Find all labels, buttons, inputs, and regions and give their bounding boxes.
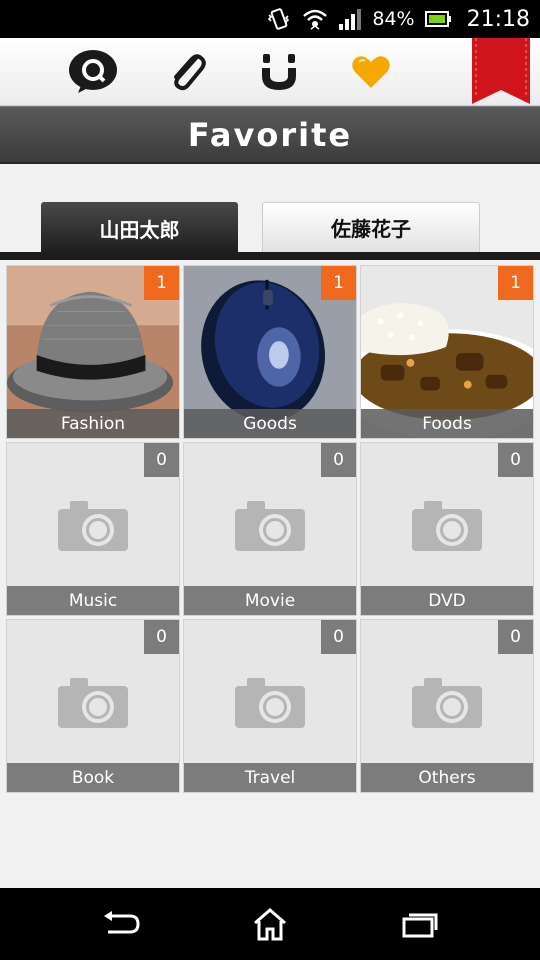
count-badge: 1 xyxy=(144,266,179,300)
clock: 21:18 xyxy=(466,6,530,32)
title-bar: Favorite xyxy=(0,106,540,164)
smile-button[interactable] xyxy=(253,48,305,96)
count-badge: 0 xyxy=(144,620,179,654)
count-badge: 0 xyxy=(321,620,356,654)
category-label: Travel xyxy=(184,763,356,792)
camera-placeholder-icon xyxy=(58,501,128,551)
category-fashion[interactable]: 1 Fashion xyxy=(6,265,180,439)
camera-placeholder-icon xyxy=(235,678,305,728)
camera-placeholder-icon xyxy=(235,501,305,551)
user-tabs: 山田太郎 佐藤花子 xyxy=(0,164,540,260)
paperclip-icon xyxy=(174,54,206,91)
camera-placeholder-icon xyxy=(412,678,482,728)
camera-placeholder-icon xyxy=(412,501,482,551)
count-badge: 0 xyxy=(498,443,533,477)
count-badge: 1 xyxy=(321,266,356,300)
bookmark-ribbon-icon[interactable] xyxy=(472,38,530,106)
tab-underline xyxy=(0,252,540,260)
recent-apps-icon xyxy=(402,913,438,938)
category-label: Goods xyxy=(184,409,356,438)
category-label: DVD xyxy=(361,586,533,615)
category-others[interactable]: 0 Others xyxy=(360,619,534,793)
home-button[interactable] xyxy=(248,906,292,942)
count-badge: 0 xyxy=(321,443,356,477)
camera-placeholder-icon xyxy=(58,678,128,728)
back-icon xyxy=(104,911,140,934)
category-goods[interactable]: 1 Goods xyxy=(183,265,357,439)
heart-icon xyxy=(352,56,390,88)
count-badge: 0 xyxy=(144,443,179,477)
clip-button[interactable] xyxy=(160,48,212,96)
count-badge: 1 xyxy=(498,266,533,300)
system-nav-bar xyxy=(0,888,540,960)
category-label: Movie xyxy=(184,586,356,615)
signal-icon xyxy=(338,8,362,30)
status-bar: 84% 21:18 xyxy=(0,0,540,38)
wifi-icon xyxy=(302,8,328,30)
tab-user-1[interactable]: 山田太郎 xyxy=(41,202,238,254)
category-movie[interactable]: 0 Movie xyxy=(183,442,357,616)
toolbar xyxy=(0,38,540,106)
tab-user-2[interactable]: 佐藤花子 xyxy=(262,202,480,252)
category-travel[interactable]: 0 Travel xyxy=(183,619,357,793)
home-icon xyxy=(254,908,286,941)
category-label: Book xyxy=(7,763,179,792)
category-label: Foods xyxy=(361,409,533,438)
vibrate-icon xyxy=(266,7,292,31)
search-app-icon xyxy=(69,50,117,93)
category-foods[interactable]: 1 Foods xyxy=(360,265,534,439)
search-app-button[interactable] xyxy=(67,48,119,96)
category-label: Music xyxy=(7,586,179,615)
category-music[interactable]: 0 Music xyxy=(6,442,180,616)
battery-percent: 84% xyxy=(372,8,415,30)
page-title: Favorite xyxy=(187,115,353,154)
category-dvd[interactable]: 0 DVD xyxy=(360,442,534,616)
category-book[interactable]: 0 Book xyxy=(6,619,180,793)
smile-icon xyxy=(262,54,296,90)
back-button[interactable] xyxy=(98,906,142,942)
favorite-button[interactable] xyxy=(345,48,397,96)
battery-icon xyxy=(424,10,453,28)
category-label: Others xyxy=(361,763,533,792)
recent-apps-button[interactable] xyxy=(398,906,442,942)
category-label: Fashion xyxy=(7,409,179,438)
count-badge: 0 xyxy=(498,620,533,654)
